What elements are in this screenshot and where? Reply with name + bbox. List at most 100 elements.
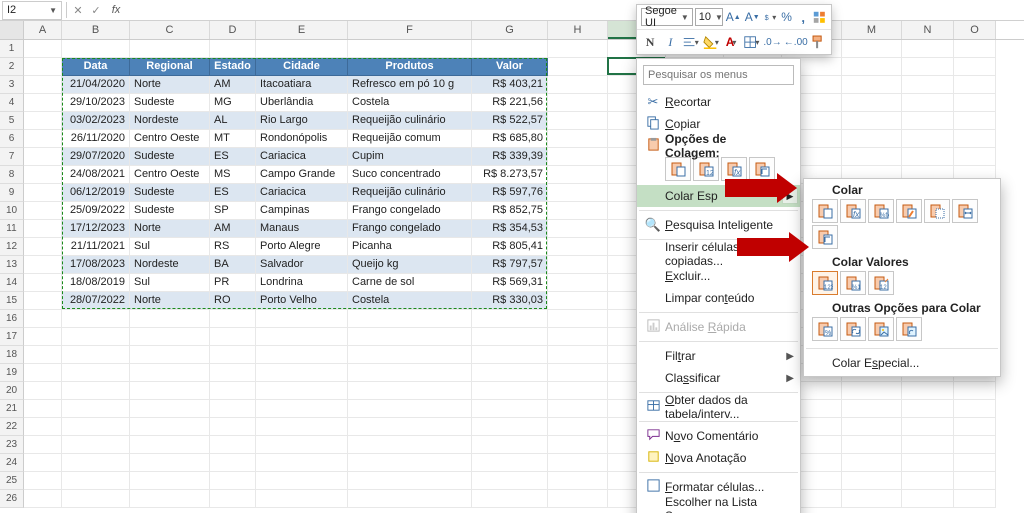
cell-M23[interactable] (842, 436, 902, 454)
cell-O22[interactable] (954, 418, 996, 436)
cell-C2[interactable]: Regional (130, 58, 210, 76)
row-header-6[interactable]: 6 (0, 130, 24, 148)
cell-A6[interactable] (24, 130, 62, 148)
cell-H1[interactable] (548, 40, 608, 58)
cell-G17[interactable] (472, 328, 548, 346)
cell-B22[interactable] (62, 418, 130, 436)
cell-B15[interactable]: 28/07/2022 (62, 292, 130, 310)
cell-O25[interactable] (954, 472, 996, 490)
cell-H4[interactable] (548, 94, 608, 112)
cell-E9[interactable]: Cariacica (256, 184, 348, 202)
cell-B20[interactable] (62, 382, 130, 400)
sub-paste-linked-pic[interactable] (896, 317, 922, 341)
col-header-g[interactable]: G (472, 21, 548, 39)
cell-D25[interactable] (210, 472, 256, 490)
cell-O7[interactable] (954, 148, 996, 166)
cell-O5[interactable] (954, 112, 996, 130)
col-header-c[interactable]: C (130, 21, 210, 39)
col-header-e[interactable]: E (256, 21, 348, 39)
cell-C18[interactable] (130, 346, 210, 364)
cell-H11[interactable] (548, 220, 608, 238)
cell-F23[interactable] (348, 436, 472, 454)
cell-G18[interactable] (472, 346, 548, 364)
cell-H22[interactable] (548, 418, 608, 436)
cell-A9[interactable] (24, 184, 62, 202)
cell-M5[interactable] (842, 112, 902, 130)
fill-color-icon[interactable]: ▾ (702, 32, 720, 52)
cell-G22[interactable] (472, 418, 548, 436)
row-header-22[interactable]: 22 (0, 418, 24, 436)
comma-icon[interactable]: , (796, 7, 811, 27)
cell-N21[interactable] (902, 400, 954, 418)
cell-M24[interactable] (842, 454, 902, 472)
cell-G25[interactable] (472, 472, 548, 490)
cell-A21[interactable] (24, 400, 62, 418)
cell-D1[interactable] (210, 40, 256, 58)
cell-D3[interactable]: AM (210, 76, 256, 94)
paste-transpose-button[interactable] (749, 157, 775, 181)
cell-F1[interactable] (348, 40, 472, 58)
row-header-11[interactable]: 11 (0, 220, 24, 238)
cell-D6[interactable]: MT (210, 130, 256, 148)
cell-B6[interactable]: 26/11/2020 (62, 130, 130, 148)
cell-A13[interactable] (24, 256, 62, 274)
cell-F6[interactable]: Requeijão comum (348, 130, 472, 148)
cell-N6[interactable] (902, 130, 954, 148)
select-all-corner[interactable] (0, 21, 24, 39)
italic-icon[interactable]: I (661, 32, 679, 52)
cell-D8[interactable]: MS (210, 166, 256, 184)
cell-H25[interactable] (548, 472, 608, 490)
cell-B4[interactable]: 29/10/2023 (62, 94, 130, 112)
cell-C19[interactable] (130, 364, 210, 382)
cell-A26[interactable] (24, 490, 62, 508)
cell-A5[interactable] (24, 112, 62, 130)
cell-A4[interactable] (24, 94, 62, 112)
paste-values-button[interactable]: 123 (693, 157, 719, 181)
cell-A3[interactable] (24, 76, 62, 94)
cell-N26[interactable] (902, 490, 954, 508)
cell-D9[interactable]: ES (210, 184, 256, 202)
cell-G20[interactable] (472, 382, 548, 400)
cell-F25[interactable] (348, 472, 472, 490)
cell-A22[interactable] (24, 418, 62, 436)
cell-C17[interactable] (130, 328, 210, 346)
menu-clear[interactable]: Limpar conteúdo (637, 287, 800, 309)
cell-F18[interactable] (348, 346, 472, 364)
cell-B21[interactable] (62, 400, 130, 418)
cell-C24[interactable] (130, 454, 210, 472)
cell-C15[interactable]: Norte (130, 292, 210, 310)
sub-paste-no-borders[interactable] (924, 199, 950, 223)
row-header-17[interactable]: 17 (0, 328, 24, 346)
cell-F21[interactable] (348, 400, 472, 418)
col-header-o[interactable]: O (954, 21, 996, 39)
menu-sort[interactable]: Classificar▶ (637, 367, 800, 389)
cell-E20[interactable] (256, 382, 348, 400)
cell-H15[interactable] (548, 292, 608, 310)
cell-C7[interactable]: Sudeste (130, 148, 210, 166)
cell-A8[interactable] (24, 166, 62, 184)
cell-G14[interactable]: R$ 569,31 (472, 274, 548, 292)
cell-A20[interactable] (24, 382, 62, 400)
cell-G8[interactable]: R$ 8.273,57 (472, 166, 548, 184)
cell-M3[interactable] (842, 76, 902, 94)
cell-G7[interactable]: R$ 339,39 (472, 148, 548, 166)
cell-D15[interactable]: RO (210, 292, 256, 310)
row-header-7[interactable]: 7 (0, 148, 24, 166)
borders-icon[interactable]: ▾ (742, 32, 760, 52)
increase-decimal-icon[interactable]: ←.00 (785, 32, 807, 52)
row-header-23[interactable]: 23 (0, 436, 24, 454)
cell-D24[interactable] (210, 454, 256, 472)
row-header-14[interactable]: 14 (0, 274, 24, 292)
col-header-m[interactable]: M (842, 21, 902, 39)
cell-E18[interactable] (256, 346, 348, 364)
cell-O2[interactable] (954, 58, 996, 76)
col-header-f[interactable]: F (348, 21, 472, 39)
cell-M4[interactable] (842, 94, 902, 112)
cell-C12[interactable]: Sul (130, 238, 210, 256)
cell-D21[interactable] (210, 400, 256, 418)
cell-H24[interactable] (548, 454, 608, 472)
chevron-down-icon[interactable]: ▼ (49, 6, 57, 15)
cell-N25[interactable] (902, 472, 954, 490)
menu-search[interactable] (643, 65, 794, 85)
cell-C14[interactable]: Sul (130, 274, 210, 292)
